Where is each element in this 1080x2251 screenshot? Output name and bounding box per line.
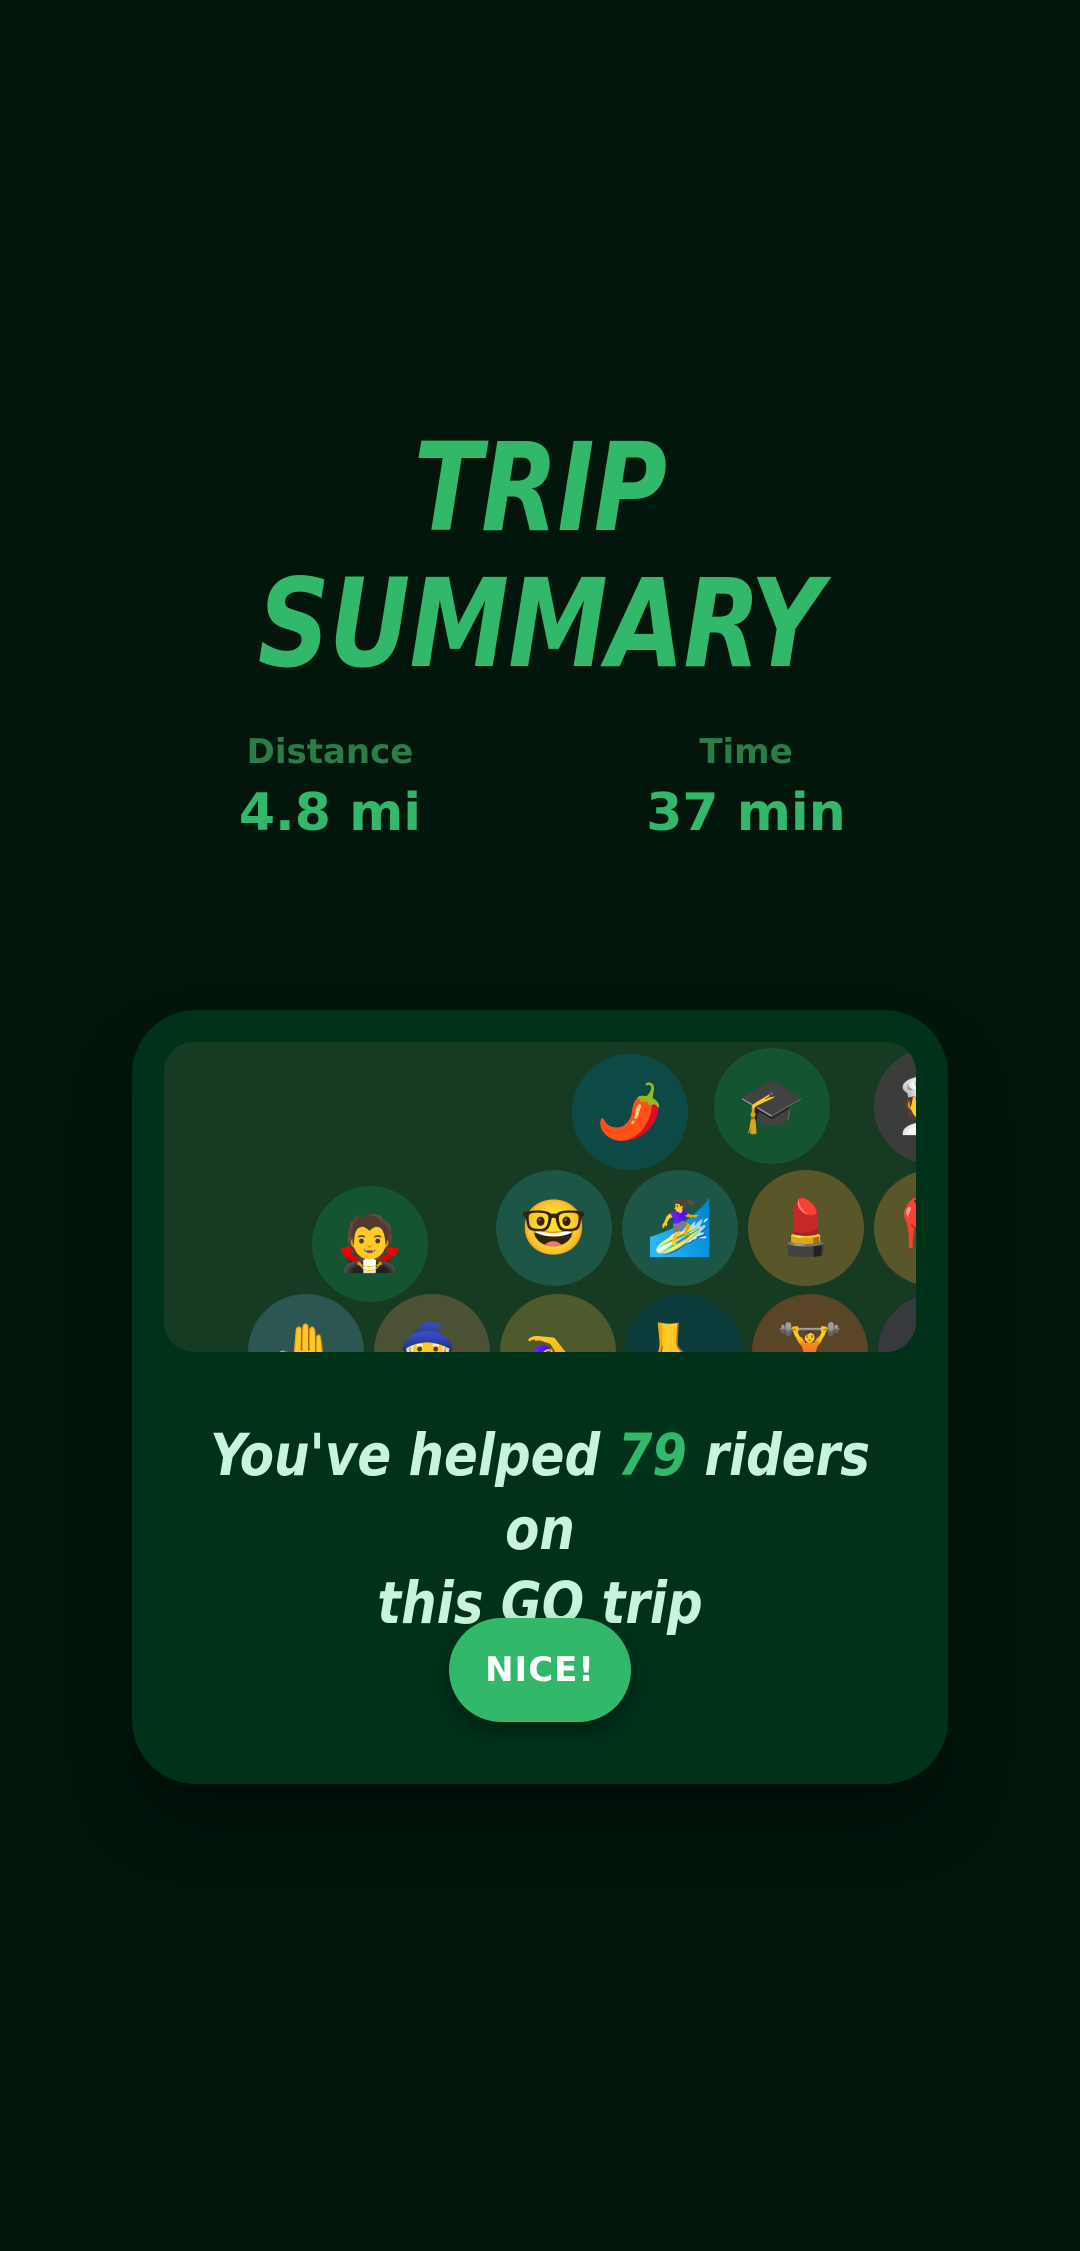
- weightlifter-icon: 🏋️: [752, 1294, 868, 1352]
- riders-helped-message: You've helped 79 riders on this GO trip: [189, 1418, 891, 1640]
- swimmer-icon: 🏊‍♀️: [500, 1294, 616, 1352]
- chef-icon: 🧑‍🍳: [874, 1048, 916, 1164]
- hot-pepper-icon: 🌶️: [572, 1054, 688, 1170]
- rider-avatars-panel: 🌶️ 🎓 🧑‍🍳 🧛 🤓 🏄‍♀️ 💄 👠 🤚 🧙 🏊‍♀️ 🦶 🏋️ 🧍: [164, 1042, 916, 1352]
- lipstick-icon: 💄: [748, 1170, 864, 1286]
- graduation-cap-icon: 🎓: [714, 1048, 830, 1164]
- person-icon: 🧍: [878, 1294, 916, 1352]
- riders-helped-card: 🌶️ 🎓 🧑‍🍳 🧛 🤓 🏄‍♀️ 💄 👠 🤚 🧙 🏊‍♀️ 🦶 🏋️ 🧍 Yo…: [132, 1010, 948, 1784]
- vampire-icon: 🧛: [312, 1186, 428, 1302]
- distance-value: 4.8 mi: [238, 783, 422, 843]
- time-stat: Time 37 min: [566, 730, 926, 846]
- nice-button[interactable]: NICE!: [449, 1618, 631, 1722]
- surfer-icon: 🏄‍♀️: [622, 1170, 738, 1286]
- trip-summary-screen: TRIP SUMMARY Distance 4.8 mi Time 37 min…: [0, 0, 1080, 2251]
- mage-icon: 🧙: [374, 1294, 490, 1352]
- title-line-1: TRIP: [413, 417, 667, 559]
- nerd-face-icon: 🤓: [496, 1170, 612, 1286]
- message-prefix: You've helped: [210, 1421, 601, 1489]
- hand-icon: 🤚: [248, 1294, 364, 1352]
- time-value: 37 min: [646, 783, 846, 843]
- rider-count: 79: [617, 1421, 688, 1489]
- title-line-2: SUMMARY: [257, 553, 823, 695]
- time-label: Time: [699, 732, 793, 772]
- distance-label: Distance: [246, 732, 414, 772]
- foot-icon: 🦶: [626, 1294, 742, 1352]
- distance-stat: Distance 4.8 mi: [150, 730, 510, 846]
- trip-summary-title: TRIP SUMMARY: [97, 420, 983, 692]
- red-shoe-icon: 👠: [874, 1170, 916, 1286]
